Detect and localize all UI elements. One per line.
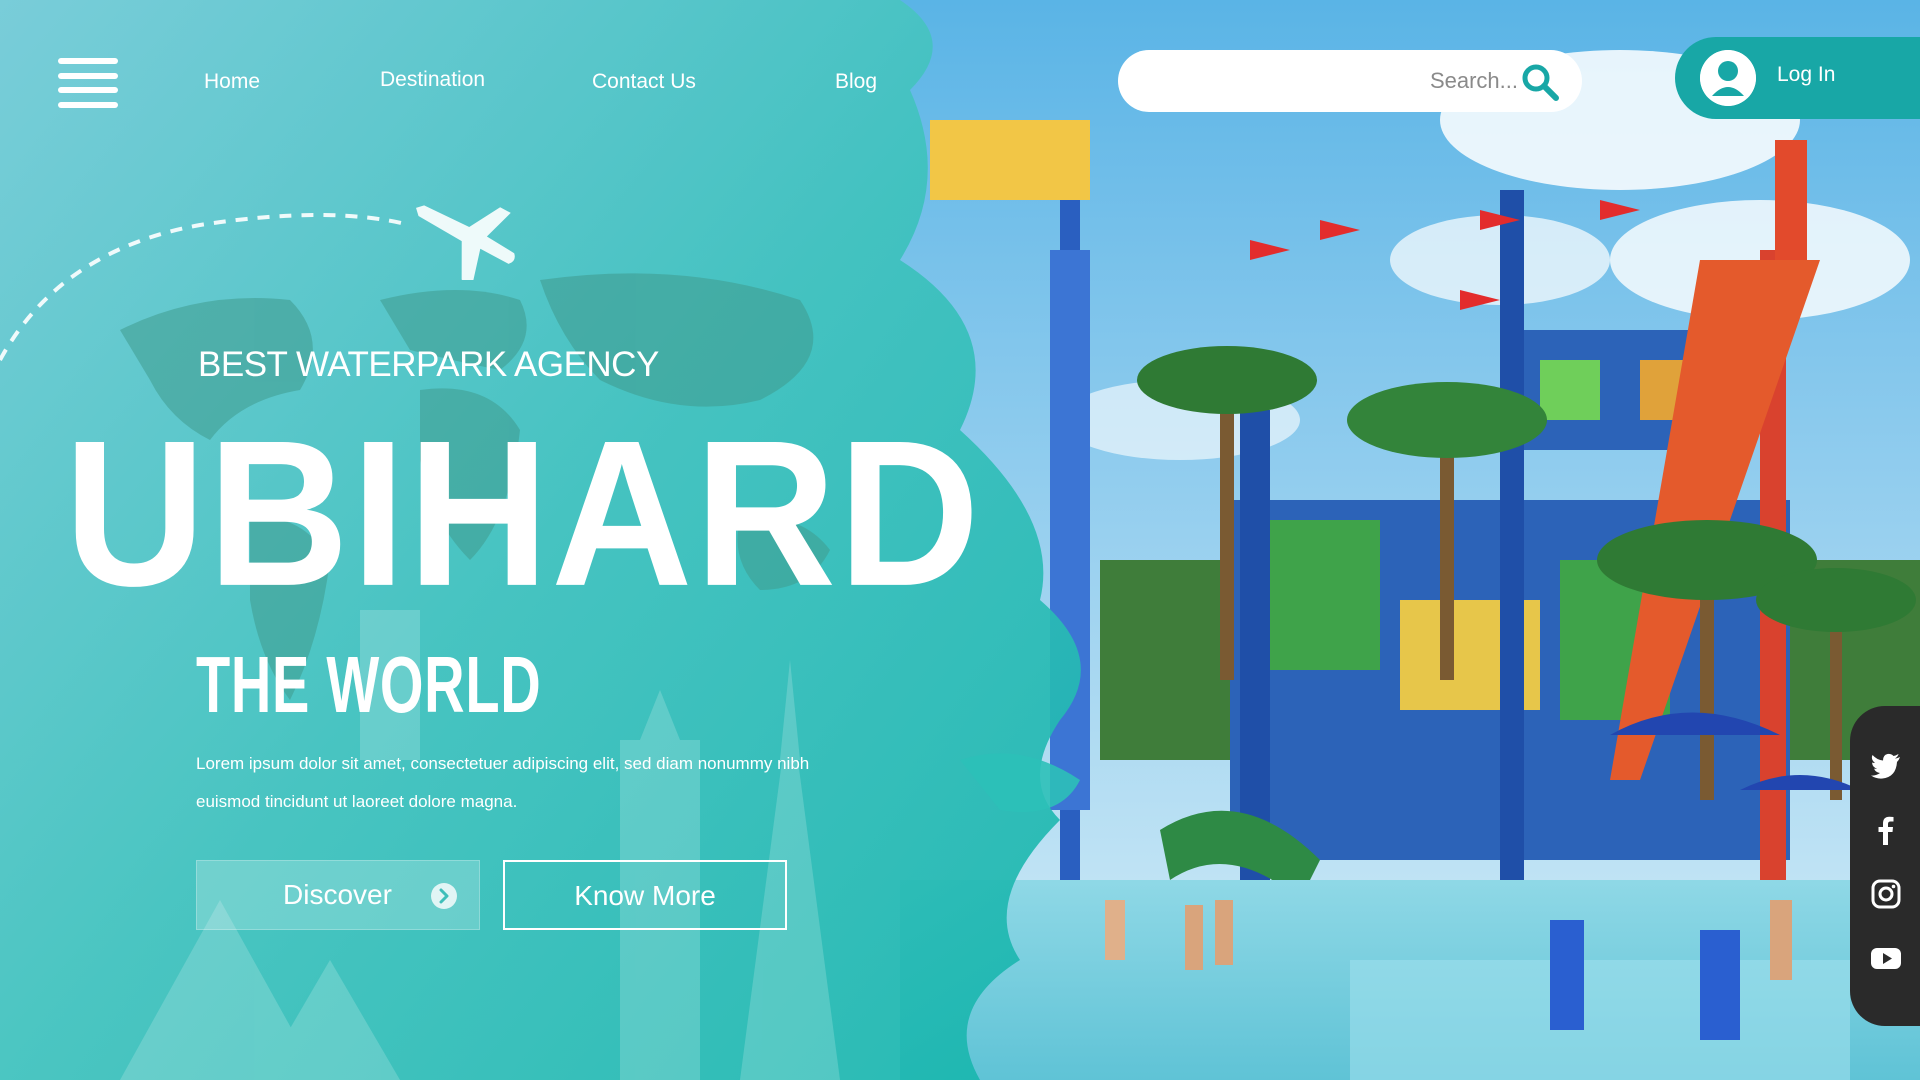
search-icon[interactable] xyxy=(1520,62,1560,102)
hero-description-line-2: euismod tincidunt ut laoreet dolore magn… xyxy=(196,792,518,811)
chevron-right-icon xyxy=(431,883,457,909)
nav-blog[interactable]: Blog xyxy=(835,70,877,94)
facebook-icon[interactable] xyxy=(1870,814,1902,846)
twitter-icon[interactable] xyxy=(1870,750,1902,782)
search-input[interactable] xyxy=(1148,50,1518,112)
know-more-label: Know More xyxy=(574,880,716,911)
hero-brand-title: UBIHARD xyxy=(64,397,982,630)
nav-contact-us[interactable]: Contact Us xyxy=(592,70,696,94)
discover-label: Discover xyxy=(283,879,392,910)
hero-description-line-1: Lorem ipsum dolor sit amet, consectetuer… xyxy=(196,754,810,773)
nav-destination[interactable]: Destination xyxy=(380,68,485,92)
search-bar xyxy=(1118,50,1582,112)
hero-tagline: BEST WATERPARK AGENCY xyxy=(198,345,659,384)
nav-home[interactable]: Home xyxy=(204,70,260,94)
social-sidebar xyxy=(1850,706,1920,1026)
hamburger-menu-icon[interactable] xyxy=(58,58,118,108)
instagram-icon[interactable] xyxy=(1870,878,1902,910)
login-label: Log In xyxy=(1777,63,1836,86)
landing-page: Home Destination Contact Us Blog Log In … xyxy=(0,0,1920,1080)
user-avatar-icon xyxy=(1700,50,1756,106)
know-more-button[interactable]: Know More xyxy=(503,860,787,930)
login-button[interactable]: Log In xyxy=(1675,37,1920,119)
hero-subtitle: THE WORLD xyxy=(196,640,542,729)
airplane-icon xyxy=(416,205,515,280)
discover-button[interactable]: Discover xyxy=(196,860,480,930)
youtube-icon[interactable] xyxy=(1870,942,1902,974)
hero-description: Lorem ipsum dolor sit amet, consectetuer… xyxy=(196,745,856,821)
